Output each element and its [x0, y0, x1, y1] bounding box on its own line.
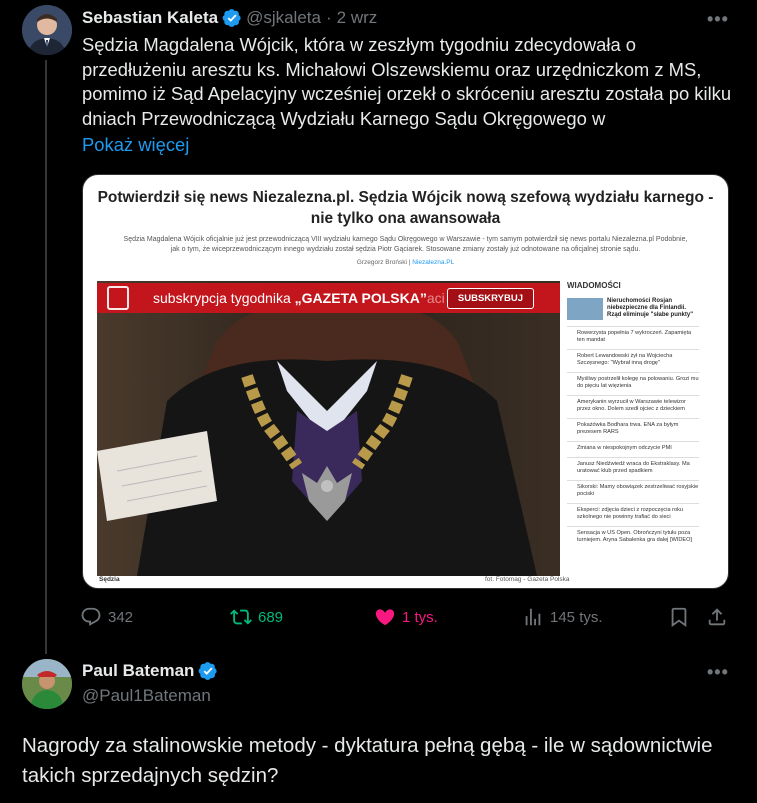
reply-text: Nagrody za stalinowskie metody - dyktatu…: [22, 734, 713, 787]
article-author-name: Grzegorz Broński: [356, 259, 407, 266]
repost-count: 689: [258, 608, 284, 626]
views-icon: [525, 608, 541, 626]
views-count: 145 tys.: [550, 608, 603, 626]
like-button[interactable]: 1 tys.: [374, 606, 438, 628]
share-button[interactable]: [706, 606, 734, 628]
show-more-link[interactable]: Pokaż więcej: [82, 134, 189, 156]
sidebar-news-item: Rowerzysta popełnia 7 wykroczeń. Zapamię…: [567, 326, 699, 349]
views-button[interactable]: 145 tys.: [522, 606, 603, 628]
bookmark-icon: [671, 607, 687, 628]
reply-count: 342: [108, 608, 134, 626]
judge-photo: [97, 281, 560, 576]
banner-prefix: subskrypcja tygodnika: [153, 290, 295, 306]
share-icon: [708, 608, 726, 626]
sidebar-feature-text: Nieruchomości Rosjan niebezpieczne dla F…: [607, 298, 694, 318]
sidebar-news-item: Amerykanin wyrzucił w Warszawie telewizo…: [567, 395, 699, 418]
phone-icon: [107, 286, 129, 310]
sidebar-news-item: Eksperci: zdjęcia dzieci z rozpoczęcia r…: [567, 503, 699, 526]
photo-credit: fot. Fotomag - Gazeta Polska: [485, 576, 570, 583]
repost-button[interactable]: 689: [230, 606, 283, 628]
thread-line: [45, 60, 47, 654]
sidebar-thumbnail: [567, 298, 603, 320]
sidebar-news-item: Zmiana w niespokojnym odczycie PMI: [567, 441, 699, 457]
banner-brand: „GAZETA POLSKA”: [294, 290, 427, 306]
tweet-date[interactable]: 2 wrz: [337, 8, 378, 28]
sidebar-news-item: Sensacja w US Open. Obrończyni tytułu po…: [567, 526, 699, 549]
article-author-link: Niezalezna.PL: [412, 259, 455, 266]
article-lead: Sędzia Magdalena Wójcik oficjalnie już j…: [123, 236, 688, 253]
banner-text: subskrypcja tygodnika „GAZETA POLSKA”aci: [153, 290, 445, 306]
like-count: 1 tys.: [402, 608, 438, 626]
sidebar-news-item: Janusz Niedźwiedź wraca do Ekstraklasy. …: [567, 457, 699, 480]
separator: ·: [325, 8, 332, 27]
verified-badge-icon: [222, 8, 242, 28]
sidebar-news-item: Sikorski: Mamy obowiązek zestrzeliwać ro…: [567, 480, 699, 503]
article-author: Grzegorz Broński | Niezalezna.PL: [83, 259, 728, 266]
tweet-media-image[interactable]: Potwierdził się news Niezalezna.pl. Sędz…: [82, 174, 729, 589]
sidebar-news-item: Myśliwy postrzelił kolegę na polowaniu. …: [567, 372, 699, 395]
sidebar-list: Rowerzysta popełnia 7 wykroczeń. Zapamię…: [567, 326, 699, 549]
sidebar-feature: Nieruchomości Rosjan niebezpieczne dla F…: [567, 298, 699, 320]
sidebar-news-item: Pokażówka Bodhara trwa. ENA za byłym pre…: [567, 418, 699, 441]
repost-icon: [230, 609, 252, 625]
avatar-sebastian-kaleta[interactable]: [22, 5, 72, 55]
author-name[interactable]: Sebastian Kaleta: [82, 8, 218, 28]
banner-suffix: aci: [426, 290, 445, 306]
article-title: Potwierdził się news Niezalezna.pl. Sędz…: [97, 189, 714, 227]
reply-button[interactable]: 342: [80, 606, 133, 628]
reply-author-name[interactable]: Paul Bateman: [82, 661, 194, 681]
verified-badge-icon: [198, 661, 218, 681]
subscribe-button: SUBSKRYBUJ: [446, 288, 534, 309]
more-icon[interactable]: •••: [707, 9, 729, 30]
sidebar-news-item: Robert Lewandowski żył na Wojciecha Szcz…: [567, 349, 699, 372]
avatar-paul-bateman[interactable]: [22, 659, 72, 709]
reply-icon: [81, 607, 101, 626]
bookmark-button[interactable]: [668, 606, 696, 628]
tweet-text: Sędzia Magdalena Wójcik, która w zeszłym…: [82, 34, 732, 129]
reply-author-handle[interactable]: @Paul1Bateman: [82, 686, 211, 706]
tweet-header: Sebastian Kaleta @sjkaleta · 2 wrz: [82, 8, 377, 28]
sidebar-title: WIADOMOŚCI: [567, 281, 621, 290]
heart-icon: [375, 609, 395, 626]
author-handle[interactable]: @sjkaleta: [246, 8, 321, 28]
news-sidebar: WIADOMOŚCI Nieruchomości Rosjan niebezpi…: [567, 281, 699, 581]
more-icon[interactable]: •••: [707, 662, 729, 683]
reply-header: Paul Bateman: [82, 661, 222, 681]
photo-caption: Sędzia: [99, 576, 120, 583]
subscription-banner: subskrypcja tygodnika „GAZETA POLSKA”aci…: [97, 283, 560, 313]
